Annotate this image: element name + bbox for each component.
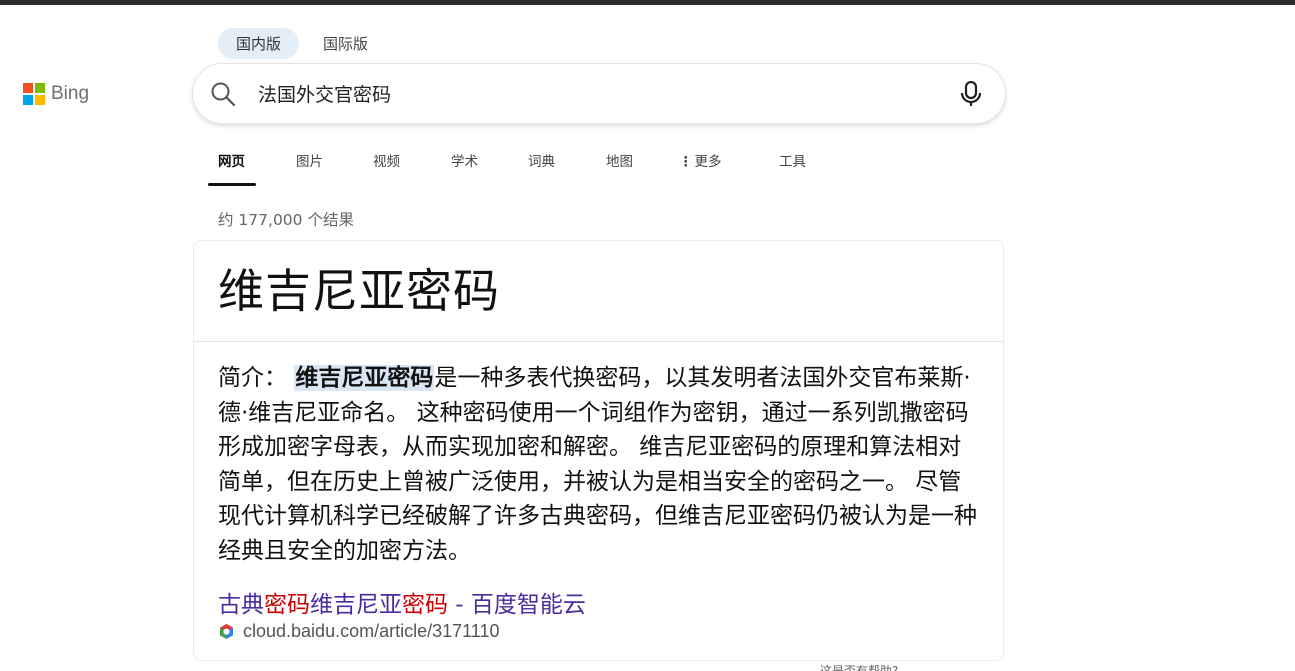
nav-label: 图片 [296, 154, 323, 170]
nav-label: 更多 [694, 154, 722, 170]
answer-body: 简介： 维吉尼亚密码是一种多表代换密码，以其发明者法国外交官布莱斯·德·维吉尼亚… [218, 361, 983, 569]
search-box [193, 64, 1005, 123]
microphone-icon[interactable] [959, 81, 983, 107]
nav-tab-maps[interactable]: 地图 [596, 140, 669, 186]
more-dots-icon: ⋮ [679, 154, 693, 170]
result-count: 约 177,000 个结果 [218, 211, 354, 229]
window-top-bar [0, 0, 1295, 5]
link-keyword: 密码 [402, 592, 448, 618]
scope-tab-international[interactable]: 国际版 [305, 28, 386, 59]
nav-label: 网页 [218, 154, 245, 170]
search-icon[interactable] [210, 81, 236, 107]
scope-tabs: 国内版 国际版 [218, 28, 386, 59]
feedback-prompt: 这是否有帮助? [820, 664, 899, 671]
baidu-cloud-favicon-icon [220, 624, 233, 639]
highlighted-term: 维吉尼亚密码 [294, 365, 435, 391]
answer-card: 维吉尼亚密码 简介： 维吉尼亚密码是一种多表代换密码，以其发明者法国外交官布莱斯… [193, 240, 1004, 661]
nav-tab-more[interactable]: ⋮ 更多 [669, 140, 769, 186]
nav-label: 词典 [528, 154, 555, 170]
link-text: 维吉尼亚 [310, 592, 402, 618]
answer-title: 维吉尼亚密码 [218, 264, 500, 318]
search-nav: 网页 图片 视频 学术 词典 地图 ⋮ 更多 工具 [208, 140, 829, 186]
bing-logo[interactable]: Bing [23, 83, 89, 105]
nav-tab-web[interactable]: 网页 [208, 140, 286, 186]
link-text: - 百度智能云 [448, 592, 586, 618]
nav-tab-tools[interactable]: 工具 [769, 140, 829, 186]
nav-label: 地图 [606, 154, 633, 170]
nav-label: 学术 [451, 154, 478, 170]
source-url: cloud.baidu.com/article/3171110 [218, 621, 500, 642]
link-text: 古典 [218, 592, 264, 618]
intro-label: 简介： [218, 365, 287, 391]
search-input[interactable] [258, 78, 938, 108]
nav-tab-academic[interactable]: 学术 [441, 140, 518, 186]
nav-tab-dictionary[interactable]: 词典 [518, 140, 596, 186]
link-keyword: 密码 [264, 592, 310, 618]
bing-logo-text: Bing [51, 83, 90, 104]
microsoft-logo-icon [23, 83, 45, 105]
nav-label: 工具 [779, 154, 806, 170]
nav-tab-images[interactable]: 图片 [286, 140, 363, 186]
source-link[interactable]: 古典密码维吉尼亚密码 - 百度智能云 [218, 585, 586, 619]
scope-tab-domestic[interactable]: 国内版 [218, 28, 300, 59]
card-divider [194, 341, 1003, 342]
source-url-text: cloud.baidu.com/article/3171110 [243, 621, 500, 641]
nav-tab-videos[interactable]: 视频 [363, 140, 441, 186]
answer-text: 是一种多表代换密码，以其发明者法国外交官布莱斯·德·维吉尼亚命名。 这种密码使用… [218, 365, 977, 564]
nav-label: 视频 [373, 154, 400, 170]
